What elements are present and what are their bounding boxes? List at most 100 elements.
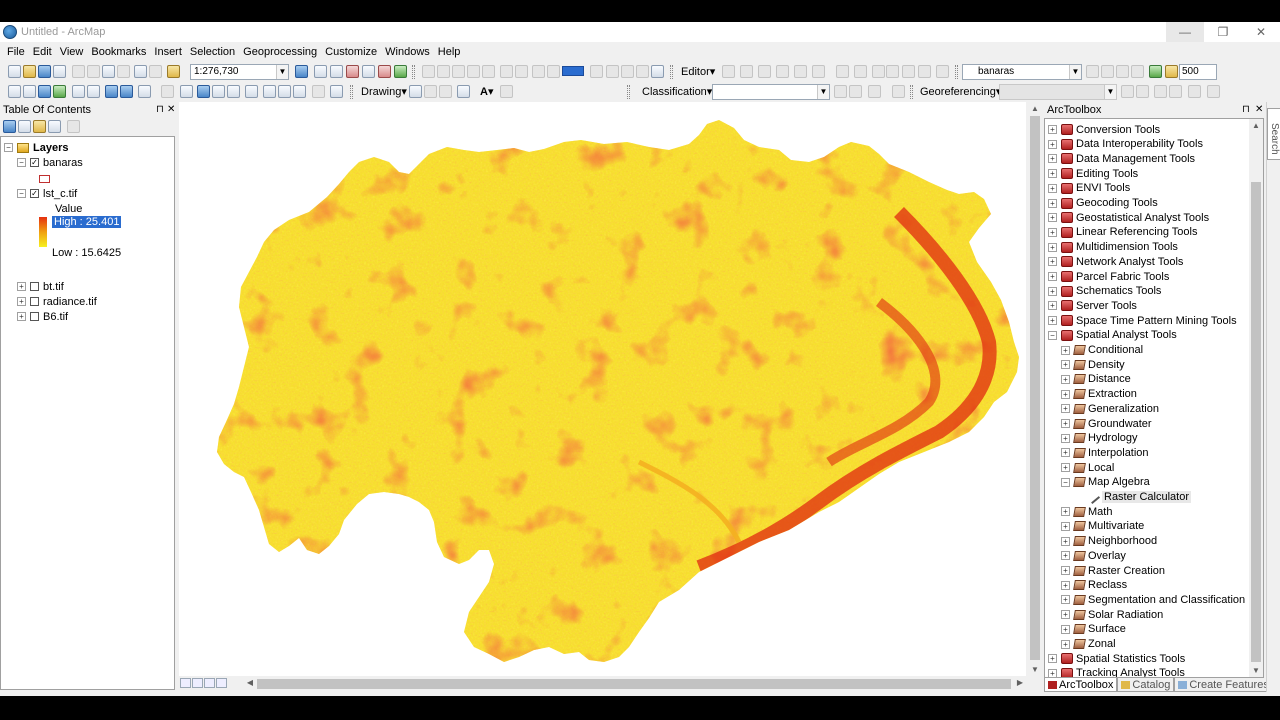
georeferencing-menu[interactable]: Georeferencing▾ xyxy=(920,85,1001,98)
add-control-points-icon[interactable] xyxy=(1154,85,1167,98)
expand-icon[interactable]: + xyxy=(1048,286,1057,296)
edit-annotation-icon[interactable] xyxy=(740,65,753,78)
python-window-icon[interactable] xyxy=(362,65,375,78)
menu-help[interactable]: Help xyxy=(434,46,465,58)
expand-icon[interactable]: + xyxy=(1048,213,1057,223)
toolset-item[interactable]: + Hydrology xyxy=(1061,431,1138,446)
toolset-item[interactable]: + Overlay xyxy=(1061,548,1126,563)
go-to-xy-icon[interactable] xyxy=(293,85,306,98)
map-horizontal-scroll-thumb[interactable] xyxy=(257,679,1011,689)
training-sample-icon[interactable] xyxy=(834,85,847,98)
georeferencing-layer-combo[interactable]: ▼ xyxy=(999,84,1117,100)
map-vertical-scrollbar[interactable]: ▲ ▼ xyxy=(1028,102,1042,676)
endpoint-arc-icon[interactable] xyxy=(776,65,789,78)
expand-icon[interactable]: + xyxy=(1061,345,1070,355)
toolbox-item[interactable]: + Parcel Fabric Tools xyxy=(1048,269,1169,284)
expand-icon[interactable]: + xyxy=(1048,139,1057,149)
toc-layer-bt[interactable]: + bt.tif xyxy=(17,279,64,294)
swipe-icon[interactable] xyxy=(1101,65,1114,78)
target-layer-combo[interactable]: banaras ▼ xyxy=(962,64,1082,80)
drawing-menu[interactable]: Drawing▾ xyxy=(361,85,407,98)
back-extent-icon[interactable] xyxy=(452,65,465,78)
scroll-up-arrow-icon[interactable]: ▲ xyxy=(1028,104,1042,113)
auto-registration-icon[interactable] xyxy=(1169,85,1182,98)
fixed-zoom-out-icon[interactable] xyxy=(87,85,100,98)
cut-icon[interactable] xyxy=(72,65,85,78)
toolbox-item[interactable]: + Network Analyst Tools xyxy=(1048,254,1183,269)
layer-visibility-checkbox[interactable] xyxy=(30,312,39,321)
flicker-icon[interactable] xyxy=(1116,65,1129,78)
layer-visibility-checkbox[interactable]: ✓ xyxy=(30,158,39,167)
split-tool-icon[interactable] xyxy=(886,65,899,78)
collapse-icon[interactable]: − xyxy=(1048,330,1057,340)
list-by-selection-icon[interactable] xyxy=(48,120,61,133)
menu-file[interactable]: File xyxy=(3,46,29,58)
toolbox-item[interactable]: + Multidimension Tools xyxy=(1048,240,1178,255)
toolset-item[interactable]: + Local xyxy=(1061,460,1114,475)
toolset-item[interactable]: + Generalization xyxy=(1061,401,1159,416)
toolset-item[interactable]: + Solar Radiation xyxy=(1061,607,1163,622)
toolbox-scrollbar[interactable]: ▲ ▼ xyxy=(1249,119,1263,677)
expand-icon[interactable]: + xyxy=(1061,360,1070,370)
zoom-to-element-icon[interactable] xyxy=(439,85,452,98)
change-layout-icon[interactable] xyxy=(636,65,649,78)
expand-icon[interactable]: + xyxy=(1048,242,1057,252)
close-icon[interactable]: ✕ xyxy=(167,102,175,118)
classify-icon[interactable] xyxy=(868,85,881,98)
zoom-100-icon[interactable] xyxy=(547,65,560,78)
expand-icon[interactable]: + xyxy=(1048,183,1057,193)
zoom-in-icon[interactable] xyxy=(8,85,21,98)
tool-item[interactable]: Raster Calculator xyxy=(1074,489,1191,505)
toc-layer-b6[interactable]: + B6.tif xyxy=(17,309,68,324)
layers-dataframe[interactable]: − Layers xyxy=(4,140,68,155)
list-by-visibility-icon[interactable] xyxy=(33,120,46,133)
select-arrow-icon[interactable] xyxy=(409,85,422,98)
toolbox-item[interactable]: + Tracking Analyst Tools xyxy=(1048,666,1185,677)
scroll-down-arrow-icon[interactable]: ▼ xyxy=(1028,665,1042,674)
expand-icon[interactable]: + xyxy=(1048,272,1057,281)
tab-arctoolbox[interactable]: ArcToolbox xyxy=(1044,678,1118,692)
print-icon[interactable] xyxy=(53,65,66,78)
toolbox-item[interactable]: + Geocoding Tools xyxy=(1048,196,1158,211)
expand-icon[interactable]: + xyxy=(1048,169,1057,179)
close-button[interactable]: ✕ xyxy=(1242,22,1280,42)
zoom-percent-box[interactable] xyxy=(562,66,584,76)
fixed-zoom-in-icon[interactable] xyxy=(72,85,85,98)
chevron-down-icon[interactable]: ▼ xyxy=(1069,65,1081,79)
expand-icon[interactable]: + xyxy=(1048,257,1057,267)
attributes-icon[interactable] xyxy=(918,65,931,78)
point-icon[interactable] xyxy=(812,65,825,78)
toolset-item[interactable]: + Distance xyxy=(1061,372,1131,387)
lst-raster-map[interactable] xyxy=(179,102,1026,676)
expand-icon[interactable]: + xyxy=(1048,301,1057,311)
expand-icon[interactable]: + xyxy=(1061,595,1070,605)
expand-icon[interactable]: + xyxy=(1061,521,1070,531)
cut-polygons-icon[interactable] xyxy=(872,65,885,78)
go-back-arrow-icon[interactable] xyxy=(105,85,118,98)
toolbox-item[interactable]: + Data Management Tools xyxy=(1048,151,1195,166)
zoom-level-spinner[interactable]: 500 xyxy=(1179,64,1217,80)
training-manager-icon[interactable] xyxy=(849,85,862,98)
catalog-window-icon[interactable] xyxy=(330,65,343,78)
toolbox-item[interactable]: + Space Time Pattern Mining Tools xyxy=(1048,313,1237,328)
fixed-zoom-in-icon[interactable] xyxy=(422,65,435,78)
classification-layer-combo[interactable]: ▼ xyxy=(712,84,830,100)
zoom-dropdown-icon[interactable] xyxy=(590,65,603,78)
editor-toolbar-icon[interactable] xyxy=(295,65,308,78)
redo-icon[interactable] xyxy=(149,65,162,78)
undo-icon[interactable] xyxy=(134,65,147,78)
toc-layer-radiance[interactable]: + radiance.tif xyxy=(17,294,97,309)
toggle-draft-icon[interactable] xyxy=(606,65,619,78)
table-of-contents-icon[interactable] xyxy=(314,65,327,78)
arctoolbox-icon[interactable] xyxy=(346,65,359,78)
rotate-icon[interactable] xyxy=(902,65,915,78)
magnifier-icon[interactable] xyxy=(1149,65,1162,78)
menu-insert[interactable]: Insert xyxy=(150,46,186,58)
toc-layer-lst-c[interactable]: − ✓ lst_c.tif xyxy=(17,186,77,201)
tab-search[interactable]: Search xyxy=(1267,108,1280,160)
view-link-table-icon[interactable] xyxy=(1188,85,1201,98)
toolset-item[interactable]: − Map Algebra xyxy=(1061,475,1150,490)
scroll-up-arrow-icon[interactable]: ▲ xyxy=(1249,121,1263,130)
expand-icon[interactable]: + xyxy=(1061,374,1070,384)
tab-catalog[interactable]: Catalog xyxy=(1117,678,1175,692)
